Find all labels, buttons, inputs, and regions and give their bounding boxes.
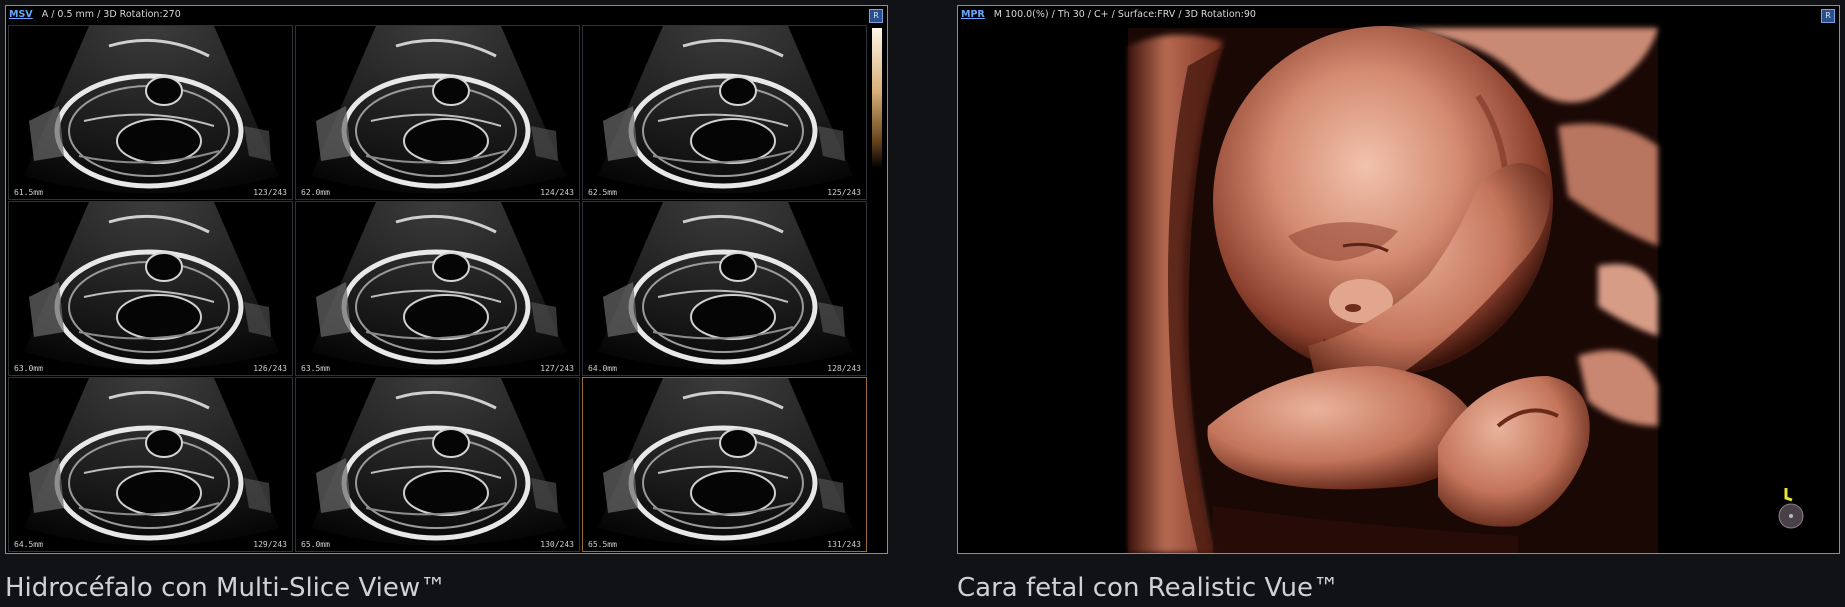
msv-mode-tag[interactable]: MSV [9,6,33,24]
slice-tile[interactable]: 65.5mm 131/243 [582,377,867,552]
slice-depth-label: 64.0mm [588,364,617,373]
slice-depth-label: 64.5mm [14,540,43,549]
msv-corner-button[interactable]: R [869,9,883,23]
slice-index-label: 129/243 [253,540,287,549]
grayscale-colorbar [872,28,882,168]
slice-index-label: 131/243 [827,540,861,549]
light-source-icon[interactable] [1776,486,1806,530]
slice-depth-label: 65.0mm [301,540,330,549]
ultrasound-slice-image [598,202,853,370]
realistic-vue-panel: MPR M 100.0(%) / Th 30 / C+ / Surface:FR… [957,5,1840,554]
slice-depth-label: 61.5mm [14,188,43,197]
slice-index-label: 127/243 [540,364,574,373]
slice-tile[interactable]: 65.0mm 130/243 [295,377,580,552]
slice-tile[interactable]: 63.5mm 127/243 [295,201,580,376]
ultrasound-slice-image [311,202,566,370]
slice-index-label: 124/243 [540,188,574,197]
slice-grid: 61.5mm 123/243 62.0mm 124/243 62.5mm 125/243 6… [8,25,868,553]
fetal-face-render [958,24,1839,553]
ultrasound-slice-image [24,202,279,370]
ultrasound-slice-image [24,26,279,194]
slice-index-label: 123/243 [253,188,287,197]
ultrasound-slice-image [598,26,853,194]
slice-tile[interactable]: 63.0mm 126/243 [8,201,293,376]
msv-header: MSV A / 0.5 mm / 3D Rotation:270 [6,6,887,24]
ultrasound-slice-image [598,378,853,546]
slice-tile[interactable]: 62.5mm 125/243 [582,25,867,200]
slice-depth-label: 65.5mm [588,540,617,549]
ultrasound-slice-image [311,26,566,194]
slice-tile[interactable]: 64.5mm 129/243 [8,377,293,552]
slice-index-label: 128/243 [827,364,861,373]
msv-header-text: A / 0.5 mm / 3D Rotation:270 [41,9,181,20]
slice-index-label: 126/243 [253,364,287,373]
slice-depth-label: 62.0mm [301,188,330,197]
slice-depth-label: 63.5mm [301,364,330,373]
ultrasound-slice-image [24,378,279,546]
slice-depth-label: 62.5mm [588,188,617,197]
slice-index-label: 130/243 [540,540,574,549]
slice-tile[interactable]: 61.5mm 123/243 [8,25,293,200]
ultrasound-slice-image [311,378,566,546]
slice-depth-label: 63.0mm [14,364,43,373]
multi-slice-view-panel: MSV A / 0.5 mm / 3D Rotation:270 R 61.5m… [5,5,888,554]
slice-tile[interactable]: 62.0mm 124/243 [295,25,580,200]
caption-multi-slice-view: Hidrocéfalo con Multi-Slice View™ [5,573,447,603]
slice-tile[interactable]: 64.0mm 128/243 [582,201,867,376]
caption-realistic-vue: Cara fetal con Realistic Vue™ [957,573,1339,603]
slice-index-label: 125/243 [827,188,861,197]
